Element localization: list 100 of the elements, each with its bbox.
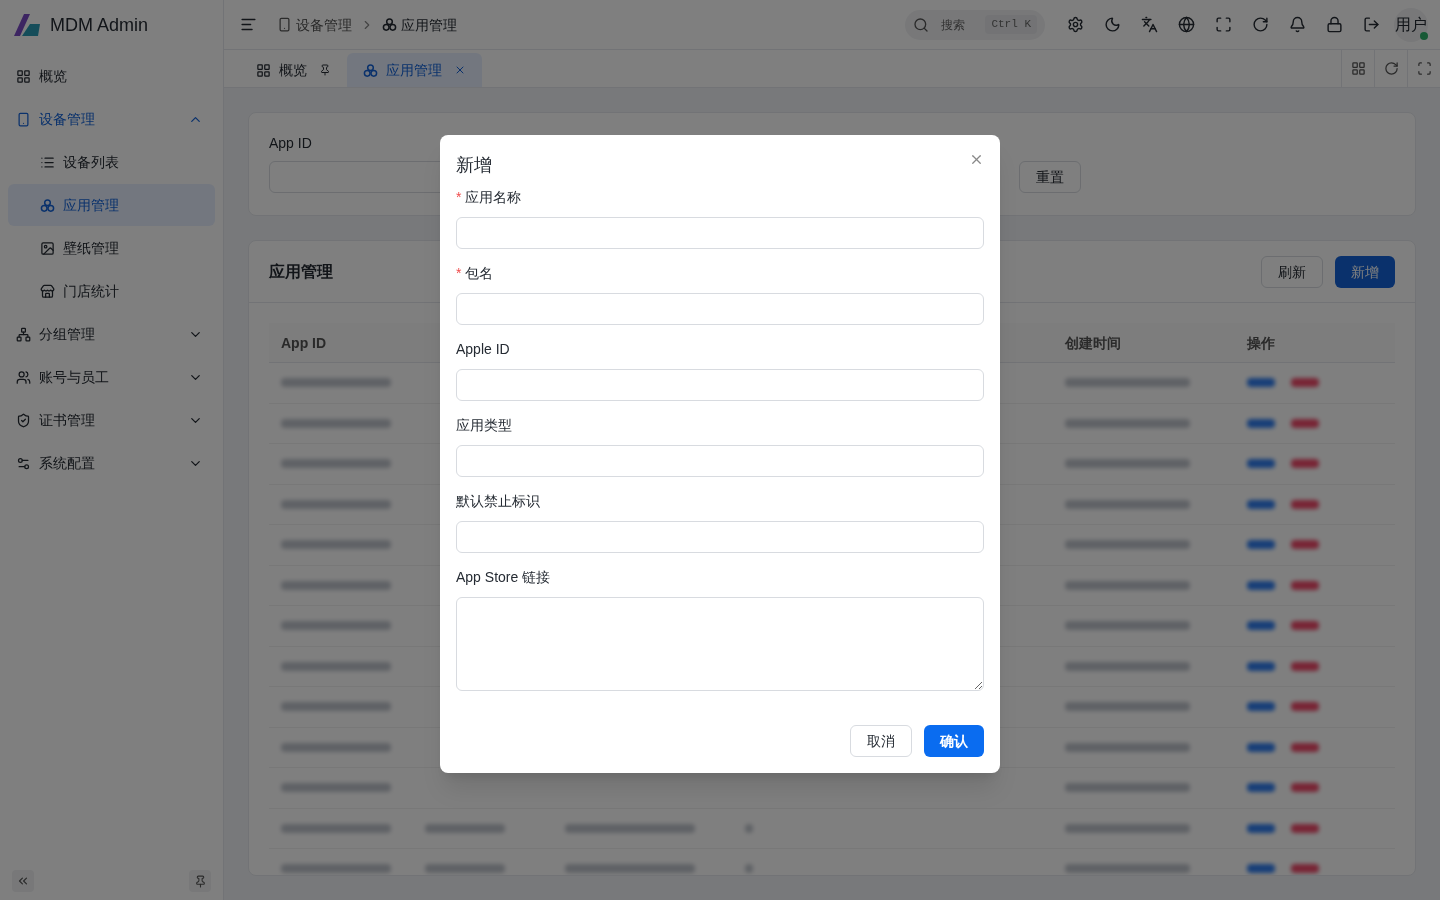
blurred-text	[1247, 702, 1275, 712]
sidebar-item[interactable]: 应用管理	[8, 184, 215, 226]
circles-icon	[40, 197, 55, 213]
textarea-field[interactable]	[456, 597, 984, 691]
blurred-text	[1247, 580, 1275, 590]
lock-icon[interactable]	[1326, 16, 1343, 33]
field-label: 默认禁止标识	[456, 492, 540, 511]
required-mark: *	[456, 188, 462, 207]
blurred-text	[1291, 661, 1319, 671]
cancel-button[interactable]: 取消	[850, 725, 912, 757]
blurred-text	[1291, 580, 1319, 590]
shield-icon	[16, 412, 31, 428]
blurred-text	[1247, 540, 1275, 550]
blurred-text	[1291, 621, 1319, 631]
sidebar-item[interactable]: 分组管理	[8, 313, 215, 355]
table-title: 应用管理	[269, 261, 333, 282]
search-icon	[913, 16, 930, 33]
globe-icon[interactable]	[1178, 16, 1195, 33]
sliders-icon	[16, 455, 31, 471]
app-name: MDM Admin	[50, 14, 148, 37]
column-header: 操作	[1247, 334, 1275, 351]
bell-icon[interactable]	[1289, 16, 1306, 33]
pin-icon	[193, 874, 207, 888]
shortcut-hint: Ctrl K	[985, 15, 1037, 34]
reset-button[interactable]: 重置	[1019, 161, 1081, 193]
blurred-text	[1247, 742, 1275, 752]
blurred-text	[1247, 378, 1275, 388]
users-icon	[16, 369, 31, 385]
moon-icon[interactable]	[1104, 16, 1121, 33]
close-icon[interactable]	[454, 64, 466, 76]
grid-icon	[256, 62, 271, 78]
phone-icon	[16, 111, 31, 127]
blurred-text	[1247, 783, 1275, 793]
search-field[interactable]: 搜索 Ctrl K	[905, 9, 1045, 40]
toolbar-button[interactable]: 新增	[1335, 255, 1395, 288]
blurred-text	[1247, 459, 1275, 469]
blurred-text	[1291, 499, 1319, 509]
field-label: Apple ID	[456, 340, 510, 359]
logout-icon[interactable]	[1363, 16, 1380, 33]
settings-icon[interactable]	[1067, 16, 1084, 33]
blurred-text	[1247, 621, 1275, 631]
tree-icon	[16, 326, 31, 342]
blurred-text	[745, 864, 753, 874]
blurred-text	[1291, 823, 1319, 833]
phone-icon	[277, 17, 292, 32]
sidebar-item[interactable]: 证书管理	[8, 399, 215, 441]
sidebar-item[interactable]: 设备列表	[8, 141, 215, 183]
sidebar-item[interactable]: 账号与员工	[8, 356, 215, 398]
field-label: * 应用名称	[456, 187, 522, 207]
blurred-text	[1291, 702, 1319, 712]
circles-icon	[363, 62, 378, 78]
blurred-text	[1247, 661, 1275, 671]
input-field[interactable]	[456, 521, 984, 553]
page-tab[interactable]: 概览	[240, 53, 347, 87]
translate-icon[interactable]	[1141, 16, 1158, 33]
field-label: App Store 链接	[456, 568, 551, 587]
page-tab[interactable]: 应用管理	[347, 53, 482, 87]
sidebar-item[interactable]: 壁纸管理	[8, 227, 215, 269]
blurred-text	[1291, 742, 1319, 752]
sidebar-item[interactable]: 系统配置	[8, 442, 215, 484]
refresh-icon[interactable]	[1383, 61, 1399, 76]
breadcrumb-link[interactable]: 应用管理	[382, 14, 457, 35]
blurred-text	[745, 823, 753, 833]
breadcrumb-link[interactable]: 设备管理	[277, 14, 352, 35]
blurred-text	[1291, 418, 1319, 428]
logo-icon	[12, 12, 42, 38]
blurred-text	[1291, 783, 1319, 793]
blurred-text	[1291, 540, 1319, 550]
user-avatar[interactable]: 用户	[1394, 7, 1428, 42]
column-header: 创建时间	[1065, 334, 1121, 351]
sidebar-item[interactable]: 设备管理	[8, 98, 215, 140]
filter-label: App ID	[269, 134, 312, 153]
blurred-text	[1291, 378, 1319, 388]
grid-icon	[16, 68, 31, 84]
menu-icon[interactable]	[240, 16, 257, 33]
input-field[interactable]	[456, 445, 984, 477]
confirm-button[interactable]: 确认	[924, 725, 984, 757]
blurred-text	[1291, 864, 1319, 874]
toolbar-button[interactable]: 刷新	[1261, 255, 1323, 288]
refresh-icon[interactable]	[1252, 16, 1269, 33]
input-field[interactable]	[456, 293, 984, 325]
blurred-text	[1291, 459, 1319, 469]
blurred-text	[1247, 864, 1275, 874]
sidebar-item[interactable]: 门店统计	[8, 270, 215, 312]
collapse-sidebar-button[interactable]	[12, 870, 34, 892]
image-icon	[40, 240, 55, 256]
sidebar-item[interactable]: 概览	[8, 55, 215, 97]
circles-icon	[382, 17, 397, 32]
fullscreen-icon[interactable]	[1416, 61, 1432, 76]
blurred-text	[1247, 418, 1275, 428]
pin-button[interactable]	[189, 870, 211, 892]
grid-icon[interactable]	[1350, 61, 1366, 76]
input-field[interactable]	[456, 217, 984, 249]
column-header: App ID	[281, 334, 327, 351]
field-label: * 包名	[456, 263, 494, 283]
input-field[interactable]	[456, 369, 984, 401]
close-icon[interactable]	[969, 152, 984, 167]
pin-icon[interactable]	[319, 64, 331, 76]
fullscreen-icon[interactable]	[1215, 16, 1232, 33]
field-label: 应用类型	[456, 416, 512, 435]
